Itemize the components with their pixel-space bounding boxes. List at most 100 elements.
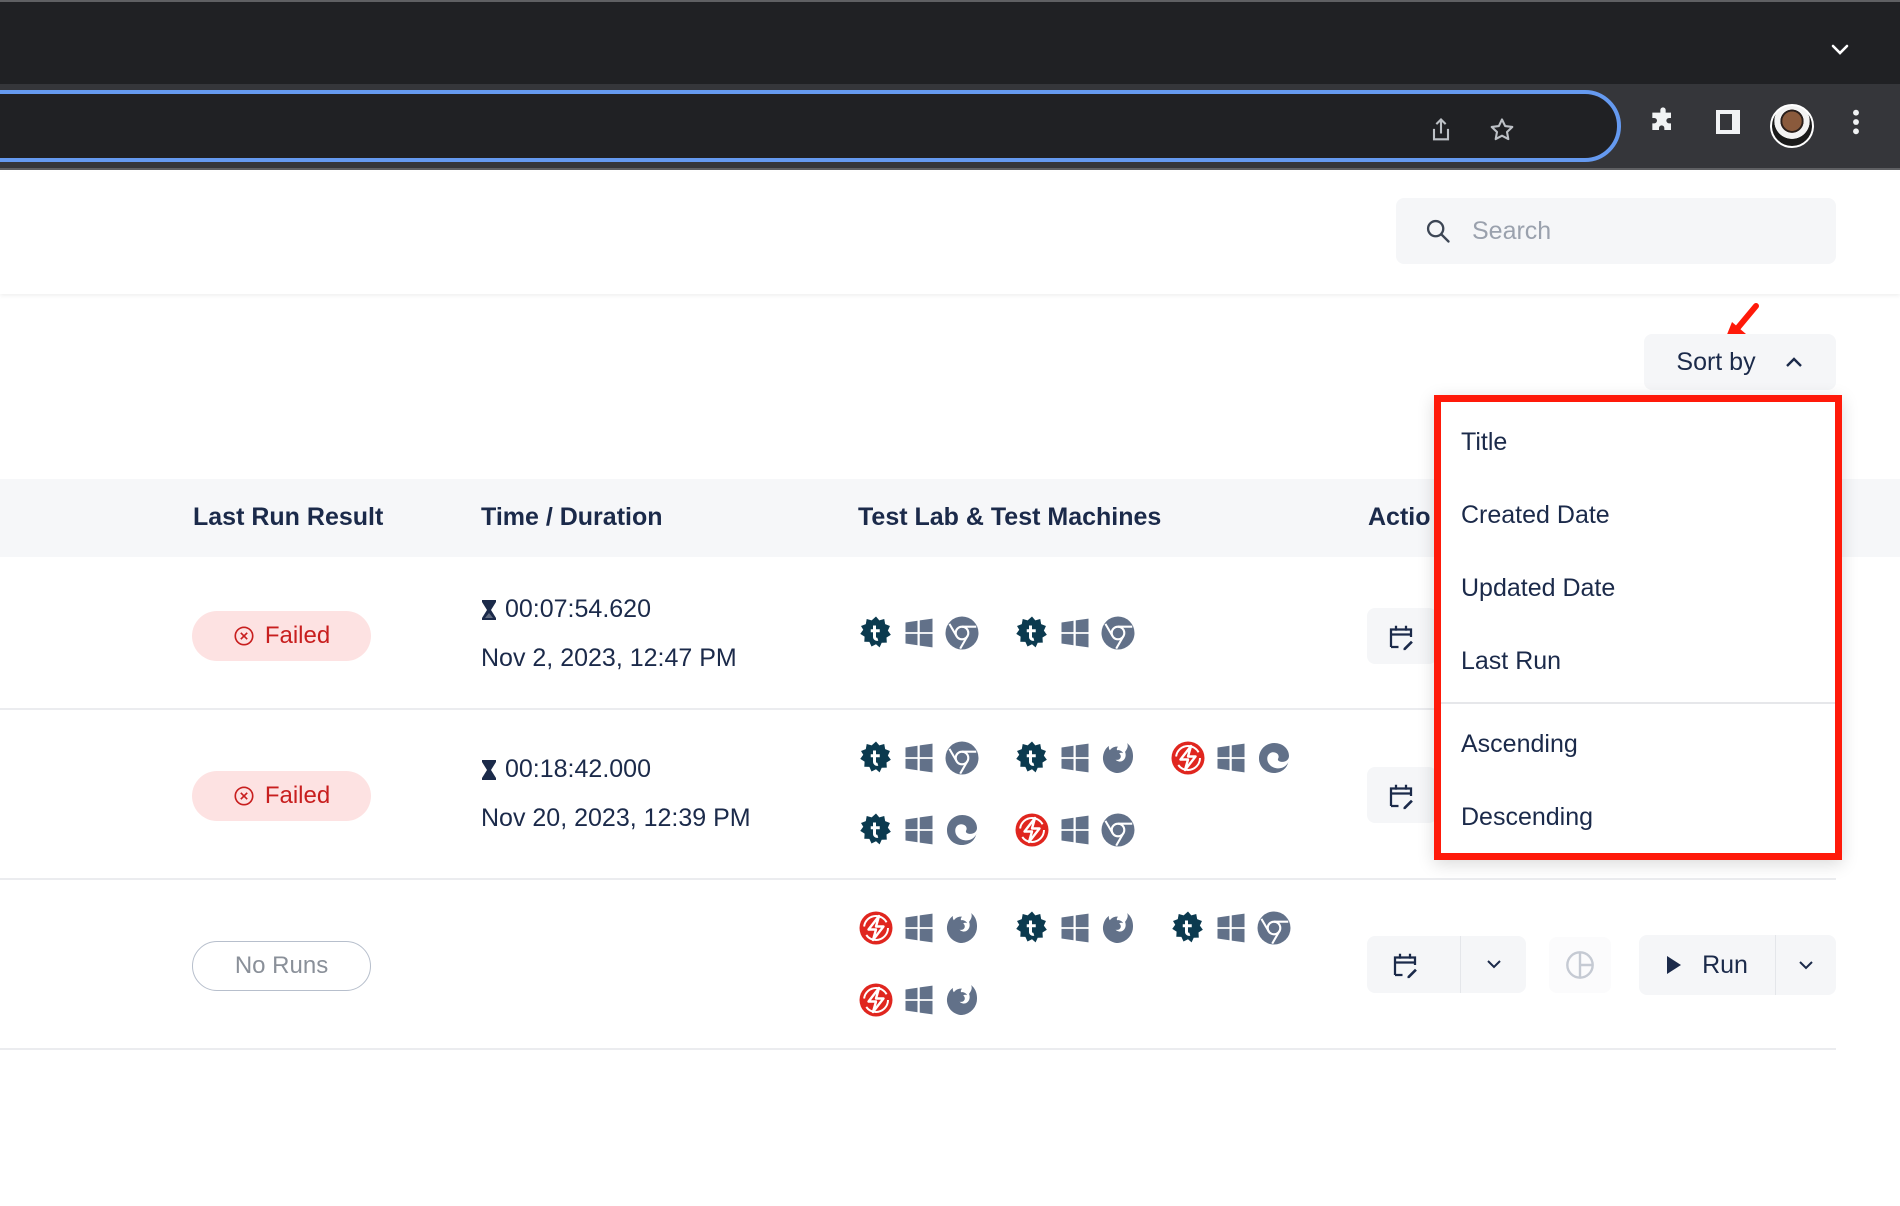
testingbot-icon <box>1170 910 1206 946</box>
page-header <box>0 172 1900 294</box>
sort-by-button[interactable]: Sort by <box>1644 334 1836 390</box>
duration: 00:07:54.620 <box>481 595 651 624</box>
edge-icon <box>1256 740 1292 776</box>
machine-group[interactable] <box>858 615 980 651</box>
schedule-button[interactable] <box>1367 767 1437 823</box>
more-menu-icon[interactable] <box>1840 106 1872 138</box>
run-split-button: Run <box>1639 935 1836 995</box>
testingbot-icon <box>1014 910 1050 946</box>
firefox-icon <box>944 982 980 1018</box>
windows-icon <box>1057 740 1093 776</box>
column-header-actions: Actio <box>1368 503 1431 531</box>
run-button[interactable]: Run <box>1639 935 1775 995</box>
windows-icon <box>1057 615 1093 651</box>
status-badge: No Runs <box>192 941 371 991</box>
machine-group[interactable] <box>1170 910 1292 946</box>
machine-group[interactable] <box>858 982 980 1018</box>
chevron-up-icon <box>1785 357 1802 367</box>
schedule-split-button <box>1367 936 1526 993</box>
windows-icon <box>1213 910 1249 946</box>
machine-group[interactable] <box>1170 740 1292 776</box>
lambdatest-icon <box>1014 812 1050 848</box>
menu-divider <box>1441 702 1835 704</box>
duration: 00:18:42.000 <box>481 755 651 784</box>
windows-icon <box>901 812 937 848</box>
pie-chart-icon <box>1566 951 1594 979</box>
address-bar[interactable] <box>0 90 1621 162</box>
schedule-menu-button[interactable] <box>1461 936 1526 993</box>
chevron-down-icon[interactable] <box>1828 38 1852 62</box>
status-badge: Failed <box>192 771 371 821</box>
sort-order-descending[interactable]: Descending <box>1441 781 1835 854</box>
chrome-icon <box>1100 615 1136 651</box>
status-text: Failed <box>264 622 331 649</box>
schedule-button[interactable] <box>1367 936 1460 993</box>
machine-group[interactable] <box>858 740 980 776</box>
sort-option-last-run[interactable]: Last Run <box>1441 625 1835 698</box>
column-header-time-duration[interactable]: Time / Duration <box>481 503 663 532</box>
windows-icon <box>901 740 937 776</box>
search-input[interactable] <box>1472 216 1812 246</box>
browser-tab-strip <box>0 0 1900 84</box>
firefox-icon <box>1100 740 1136 776</box>
bookmark-star-icon[interactable] <box>1488 116 1516 144</box>
lambdatest-icon <box>858 910 894 946</box>
schedule-button[interactable] <box>1367 608 1437 664</box>
status-text: Failed <box>264 782 331 809</box>
machine-group[interactable] <box>1014 740 1136 776</box>
sort-by-label: Sort by <box>1676 347 1756 376</box>
run-date: Nov 2, 2023, 12:47 PM <box>481 644 737 672</box>
windows-icon <box>901 615 937 651</box>
lambdatest-icon <box>1170 740 1206 776</box>
run-menu-button[interactable] <box>1776 935 1836 995</box>
windows-icon <box>1057 910 1093 946</box>
sort-dropdown-menu: Title Created Date Updated Date Last Run… <box>1434 395 1842 860</box>
failed-x-circle-icon <box>234 786 254 806</box>
machine-group[interactable] <box>1014 812 1136 848</box>
testingbot-icon <box>858 615 894 651</box>
status-badge: Failed <box>192 611 371 661</box>
report-button[interactable] <box>1549 937 1611 993</box>
windows-icon <box>1213 740 1249 776</box>
chrome-icon <box>944 615 980 651</box>
sort-option-title[interactable]: Title <box>1441 406 1835 479</box>
firefox-icon <box>944 910 980 946</box>
sort-order-ascending[interactable]: Ascending <box>1441 708 1835 781</box>
browser-toolbar <box>0 84 1900 170</box>
calendar-edit-icon <box>1389 625 1413 651</box>
lambdatest-icon <box>858 982 894 1018</box>
testingbot-icon <box>858 812 894 848</box>
edge-icon <box>944 812 980 848</box>
search-icon <box>1426 219 1450 243</box>
status-text: No Runs <box>234 952 329 979</box>
firefox-icon <box>1100 910 1136 946</box>
chrome-icon <box>1256 910 1292 946</box>
chrome-icon <box>944 740 980 776</box>
hourglass-icon <box>482 599 496 620</box>
testingbot-icon <box>858 740 894 776</box>
hourglass-icon <box>482 759 496 780</box>
windows-icon <box>901 982 937 1018</box>
share-icon[interactable] <box>1427 116 1455 144</box>
side-panel-icon[interactable] <box>1712 106 1744 138</box>
machine-group[interactable] <box>1014 615 1136 651</box>
windows-icon <box>1057 812 1093 848</box>
table-row[interactable]: No Runs Run <box>0 880 1836 1050</box>
sort-option-created-date[interactable]: Created Date <box>1441 479 1835 552</box>
run-date: Nov 20, 2023, 12:39 PM <box>481 804 751 832</box>
machine-group[interactable] <box>858 910 980 946</box>
run-label: Run <box>1702 950 1748 979</box>
machine-group[interactable] <box>1014 910 1136 946</box>
column-header-test-lab[interactable]: Test Lab & Test Machines <box>858 503 1161 532</box>
testingbot-icon <box>1014 740 1050 776</box>
machine-group[interactable] <box>858 812 980 848</box>
play-icon <box>1667 956 1682 974</box>
search-field[interactable] <box>1396 198 1836 264</box>
column-header-last-run-result[interactable]: Last Run Result <box>193 503 383 532</box>
chevron-down-icon <box>1487 960 1501 969</box>
testingbot-icon <box>1014 615 1050 651</box>
extensions-icon[interactable] <box>1647 106 1679 138</box>
profile-avatar[interactable] <box>1770 104 1814 148</box>
sort-option-updated-date[interactable]: Updated Date <box>1441 552 1835 625</box>
calendar-edit-icon <box>1389 784 1413 810</box>
